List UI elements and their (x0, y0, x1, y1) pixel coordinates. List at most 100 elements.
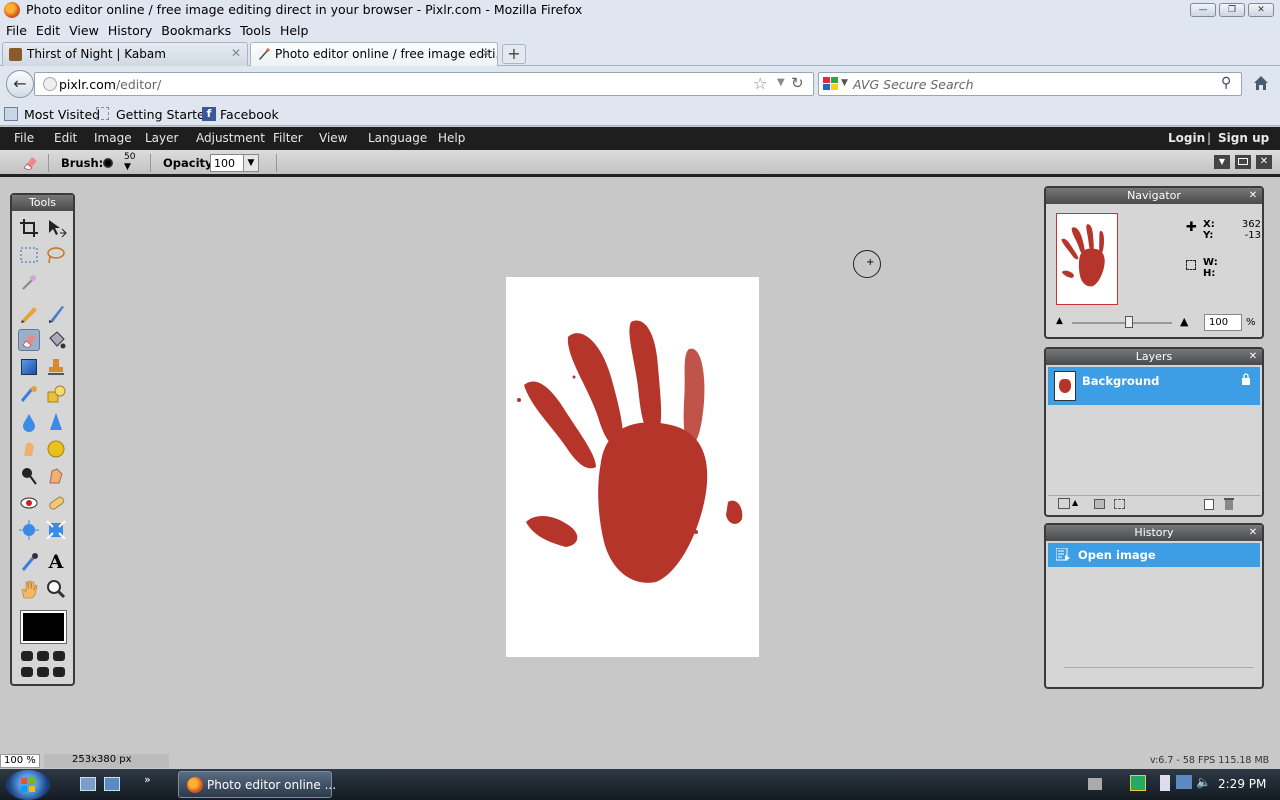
layer-row-background[interactable]: Background (1048, 367, 1260, 405)
pixlr-menu-language[interactable]: Language (368, 131, 427, 145)
browser-menu-bookmarks[interactable]: Bookmarks (161, 23, 231, 38)
sharpen-tool-icon[interactable] (45, 411, 67, 433)
dodge-tool-icon[interactable] (18, 465, 40, 487)
login-link[interactable]: Login (1168, 131, 1205, 145)
blur-tool-icon[interactable] (18, 411, 40, 433)
pixlr-menu-edit[interactable]: Edit (54, 131, 77, 145)
browser-menu-edit[interactable]: Edit (36, 23, 60, 38)
layer-settings-dropdown-icon[interactable]: ▲ (1072, 498, 1078, 507)
minimize-button[interactable]: — (1190, 3, 1216, 17)
burn-tool-icon[interactable] (45, 465, 67, 487)
color-replace-tool-icon[interactable] (18, 383, 40, 405)
browser-menu-history[interactable]: History (108, 23, 152, 38)
bucket-tool-icon[interactable] (45, 329, 67, 351)
tab-thirst-of-night[interactable]: Thirst of Night | Kabam ✕ (2, 42, 248, 66)
bookmark-getting-started[interactable]: Getting Started (116, 107, 213, 122)
search-box[interactable]: ▼ AVG Secure Search ⚲ (818, 72, 1242, 96)
reload-icon[interactable]: ↻ (791, 74, 804, 92)
pixlr-menu-filter[interactable]: Filter (273, 131, 303, 145)
taskbar-firefox-button[interactable]: Photo editor online ... (178, 771, 336, 798)
primary-color-swatch[interactable] (20, 610, 67, 644)
search-engine-dropdown-icon[interactable]: ▼ (841, 78, 848, 88)
magic-wand-tool-icon[interactable] (18, 271, 40, 293)
zoom-input[interactable]: 100 (1204, 314, 1242, 331)
sponge-tool-icon[interactable] (45, 438, 67, 460)
clock[interactable]: 2:29 PM (1218, 777, 1266, 791)
brush-dropdown-icon[interactable]: ▼ (124, 162, 131, 172)
close-window-button[interactable]: ✕ (1248, 3, 1274, 17)
clone-stamp-tool-icon[interactable] (45, 356, 67, 378)
gradient-tool-icon[interactable] (18, 356, 40, 378)
browser-menu-tools[interactable]: Tools (240, 23, 271, 38)
opacity-dropdown-icon[interactable]: ▼ (243, 154, 259, 172)
volume-tray-icon[interactable]: 🔈 (1196, 775, 1212, 791)
pencil-tool-icon[interactable] (18, 302, 40, 324)
bookmark-star-icon[interactable]: ☆ (753, 74, 767, 93)
zoom-in-icon[interactable]: ▲ (1180, 315, 1188, 328)
navigator-close-icon[interactable]: ✕ (1248, 191, 1258, 201)
layers-close-icon[interactable]: ✕ (1248, 352, 1258, 362)
address-bar[interactable]: pixlr.com/editor/ ☆ ▼ ↻ (34, 72, 814, 96)
zoom-status-field[interactable]: 100 % (0, 754, 40, 768)
bloat-tool-icon[interactable] (18, 519, 40, 541)
back-button[interactable]: ← (6, 70, 34, 98)
pinch-tool-icon[interactable] (45, 519, 67, 541)
collapse-icon[interactable]: ▼ (1214, 155, 1230, 169)
zoom-out-icon[interactable]: ▲ (1056, 316, 1063, 326)
spot-heal-tool-icon[interactable] (45, 492, 67, 514)
tab-close-icon[interactable]: ✕ (231, 46, 241, 60)
windows-start-button[interactable] (6, 770, 50, 800)
search-magnifier-icon[interactable]: ⚲ (1221, 75, 1231, 91)
pixlr-menu-layer[interactable]: Layer (145, 131, 178, 145)
history-item-open-image[interactable]: Open image (1048, 543, 1260, 567)
history-dropdown-icon[interactable]: ▼ (777, 77, 785, 88)
site-identity-icon[interactable] (43, 77, 57, 91)
layer-settings-icon[interactable] (1058, 498, 1070, 509)
delete-layer-icon[interactable] (1224, 498, 1234, 510)
pixlr-menu-help[interactable]: Help (438, 131, 465, 145)
zoom-tool-icon[interactable] (45, 578, 67, 600)
color-picker-tool-icon[interactable] (18, 551, 40, 573)
bookmark-most-visited[interactable]: Most Visited (24, 107, 100, 122)
navigator-thumbnail[interactable] (1056, 213, 1118, 305)
type-tool-icon[interactable]: A (45, 551, 67, 573)
brush-preview-icon[interactable] (103, 158, 113, 168)
tab-pixlr-editor[interactable]: Photo editor online / free image editi..… (250, 42, 498, 66)
browser-menu-file[interactable]: File (6, 23, 27, 38)
bookmark-facebook[interactable]: Facebook (220, 107, 279, 122)
device-tray-icon[interactable] (1160, 775, 1170, 791)
crop-tool-icon[interactable] (18, 217, 40, 239)
layer-mask-icon[interactable] (1094, 499, 1105, 509)
brush-tool-icon[interactable] (45, 302, 67, 324)
tab-close-icon[interactable]: ✕ (481, 46, 491, 60)
signup-link[interactable]: Sign up (1218, 131, 1269, 145)
hand-tool-icon[interactable] (18, 578, 40, 600)
pixlr-menu-file[interactable]: File (14, 131, 34, 145)
layer-style-icon[interactable] (1114, 499, 1125, 509)
keyboard-icon[interactable] (1088, 778, 1102, 790)
image-canvas[interactable] (506, 277, 759, 657)
quicklaunch-overflow-icon[interactable]: » (144, 773, 151, 786)
opacity-input[interactable]: 100 (210, 154, 244, 172)
show-desktop-icon[interactable] (80, 777, 96, 791)
smudge-tool-icon[interactable] (18, 438, 40, 460)
network-tray-icon[interactable] (1176, 775, 1192, 789)
marquee-tool-icon[interactable] (18, 244, 40, 266)
pixlr-menu-adjustment[interactable]: Adjustment (196, 131, 265, 145)
new-tab-button[interactable]: + (502, 44, 526, 64)
pixlr-menu-view[interactable]: View (319, 131, 347, 145)
url-text[interactable]: pixlr.com/editor/ (59, 77, 161, 92)
zoom-slider-track[interactable] (1072, 322, 1172, 324)
restore-button[interactable]: ❐ (1219, 3, 1245, 17)
maximize-icon[interactable] (1235, 155, 1251, 169)
close-app-icon[interactable]: ✕ (1256, 155, 1272, 169)
red-eye-tool-icon[interactable] (18, 492, 40, 514)
lasso-tool-icon[interactable] (45, 244, 67, 266)
pixlr-menu-image[interactable]: Image (94, 131, 132, 145)
zoom-slider-thumb[interactable] (1125, 316, 1134, 328)
move-tool-icon[interactable] (45, 217, 67, 239)
browser-menu-help[interactable]: Help (280, 23, 309, 38)
browser-menu-view[interactable]: View (69, 23, 99, 38)
history-close-icon[interactable]: ✕ (1248, 528, 1258, 538)
avg-tray-icon[interactable] (1130, 775, 1146, 791)
